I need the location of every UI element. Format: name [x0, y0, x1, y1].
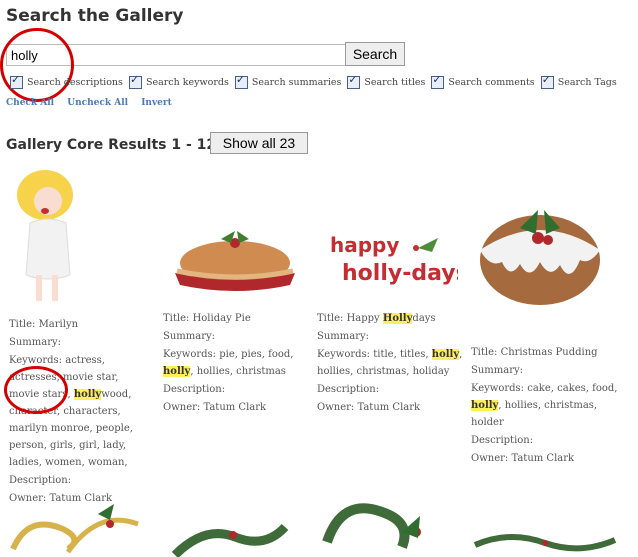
summary-label: Summary:	[471, 365, 524, 376]
keywords-pre: cake, cakes, food,	[527, 383, 618, 394]
summary-label: Summary:	[163, 331, 216, 342]
title-label: Title:	[471, 347, 498, 358]
thumbnail-happy-hollydays[interactable]: happy holly-days	[328, 230, 458, 290]
uncheck-all-link[interactable]: Uncheck All	[67, 98, 128, 108]
keyword-highlight: holly	[73, 389, 102, 400]
highlight-circle-hollywood	[4, 366, 68, 414]
option-keywords[interactable]: Search keywords	[128, 73, 229, 89]
thumbnail-marilyn[interactable]	[10, 165, 90, 305]
owner-label: Owner:	[471, 453, 509, 464]
thumbnail-christmas-pudding[interactable]	[470, 190, 610, 310]
result-holiday-pie: Title: Holiday Pie Summary: Keywords: pi…	[163, 310, 313, 417]
keywords-label: Keywords:	[471, 383, 525, 394]
thumbnail-holly-flourish[interactable]	[322, 492, 467, 557]
keywords-pre: title, titles,	[373, 349, 429, 360]
option-label: Search descriptions	[27, 77, 123, 88]
option-comments[interactable]: Search comments	[431, 73, 535, 89]
description-label: Description:	[9, 475, 72, 486]
checkbox-icon[interactable]	[540, 73, 554, 89]
owner-value[interactable]: Tatum Clark	[511, 453, 574, 464]
description-label: Description:	[317, 384, 380, 395]
option-label: Search summaries	[251, 77, 342, 88]
checkbox-icon[interactable]	[10, 73, 23, 89]
title-value[interactable]: Christmas Pudding	[501, 347, 598, 358]
owner-label: Owner:	[163, 402, 201, 413]
option-tags[interactable]: Search Tags	[540, 73, 617, 89]
title-label: Title:	[317, 313, 344, 324]
result-christmas-pudding: Title: Christmas Pudding Summary: Keywor…	[471, 344, 631, 468]
checkbox-icon[interactable]	[128, 73, 142, 89]
checkbox-icon[interactable]	[431, 73, 445, 89]
option-descriptions[interactable]: Search descriptions	[10, 73, 123, 89]
keywords-label: Keywords:	[163, 349, 217, 360]
summary-label: Summary:	[317, 331, 370, 342]
show-all-button[interactable]: Show all 23	[210, 132, 308, 154]
option-summaries[interactable]: Search summaries	[234, 73, 342, 89]
image-text-hollydays: holly-days	[342, 261, 458, 286]
keywords-label: Keywords:	[9, 355, 63, 366]
option-titles[interactable]: Search titles	[347, 73, 426, 89]
thumbnail-holly-scroll[interactable]	[165, 505, 310, 557]
keyword-highlight: holly	[163, 366, 191, 377]
checkbox-icon[interactable]	[234, 73, 248, 89]
page-title: Search the Gallery	[6, 6, 184, 26]
highlight-circle-search	[0, 28, 74, 102]
option-label: Search comments	[448, 77, 535, 88]
title-post[interactable]: days	[412, 313, 435, 324]
owner-label: Owner:	[317, 402, 355, 413]
check-links: Check All Uncheck All Invert	[6, 98, 182, 108]
thumbnail-holiday-pie[interactable]	[165, 225, 305, 300]
option-label: Search keywords	[145, 77, 229, 88]
summary-label: Summary:	[9, 337, 62, 348]
title-highlight[interactable]: Holly	[382, 313, 413, 324]
title-value[interactable]: Marilyn	[39, 319, 78, 330]
search-button[interactable]: Search	[345, 42, 405, 66]
title-pre[interactable]: Happy	[347, 313, 383, 324]
option-label: Search Tags	[557, 77, 617, 88]
title-label: Title:	[163, 313, 190, 324]
owner-value[interactable]: Tatum Clark	[203, 402, 266, 413]
invert-link[interactable]: Invert	[141, 98, 172, 108]
keyword-highlight: holly	[431, 349, 460, 360]
results-title: Gallery Core Results 1 - 12	[6, 137, 217, 153]
description-label: Description:	[163, 384, 226, 395]
check-all-link[interactable]: Check All	[6, 98, 54, 108]
option-label: Search titles	[364, 77, 426, 88]
title-label: Title:	[9, 319, 36, 330]
image-text-happy: happy	[330, 233, 399, 257]
keywords-label: Keywords:	[317, 349, 371, 360]
thumbnail-swirl-gold[interactable]	[8, 494, 158, 557]
thumbnail-holly-garland[interactable]	[470, 525, 620, 557]
description-label: Description:	[471, 435, 534, 446]
keywords-post: , hollies, christmas	[190, 366, 286, 377]
title-value[interactable]: Holiday Pie	[193, 313, 251, 324]
search-options: Search descriptions Search keywords Sear…	[10, 73, 617, 89]
result-happy-hollydays: Title: Happy Hollydays Summary: Keywords…	[317, 310, 467, 417]
checkbox-icon[interactable]	[347, 73, 361, 89]
owner-value[interactable]: Tatum Clark	[357, 402, 420, 413]
keywords-pre: pie, pies, food,	[219, 349, 294, 360]
keyword-highlight: holly	[471, 400, 499, 411]
